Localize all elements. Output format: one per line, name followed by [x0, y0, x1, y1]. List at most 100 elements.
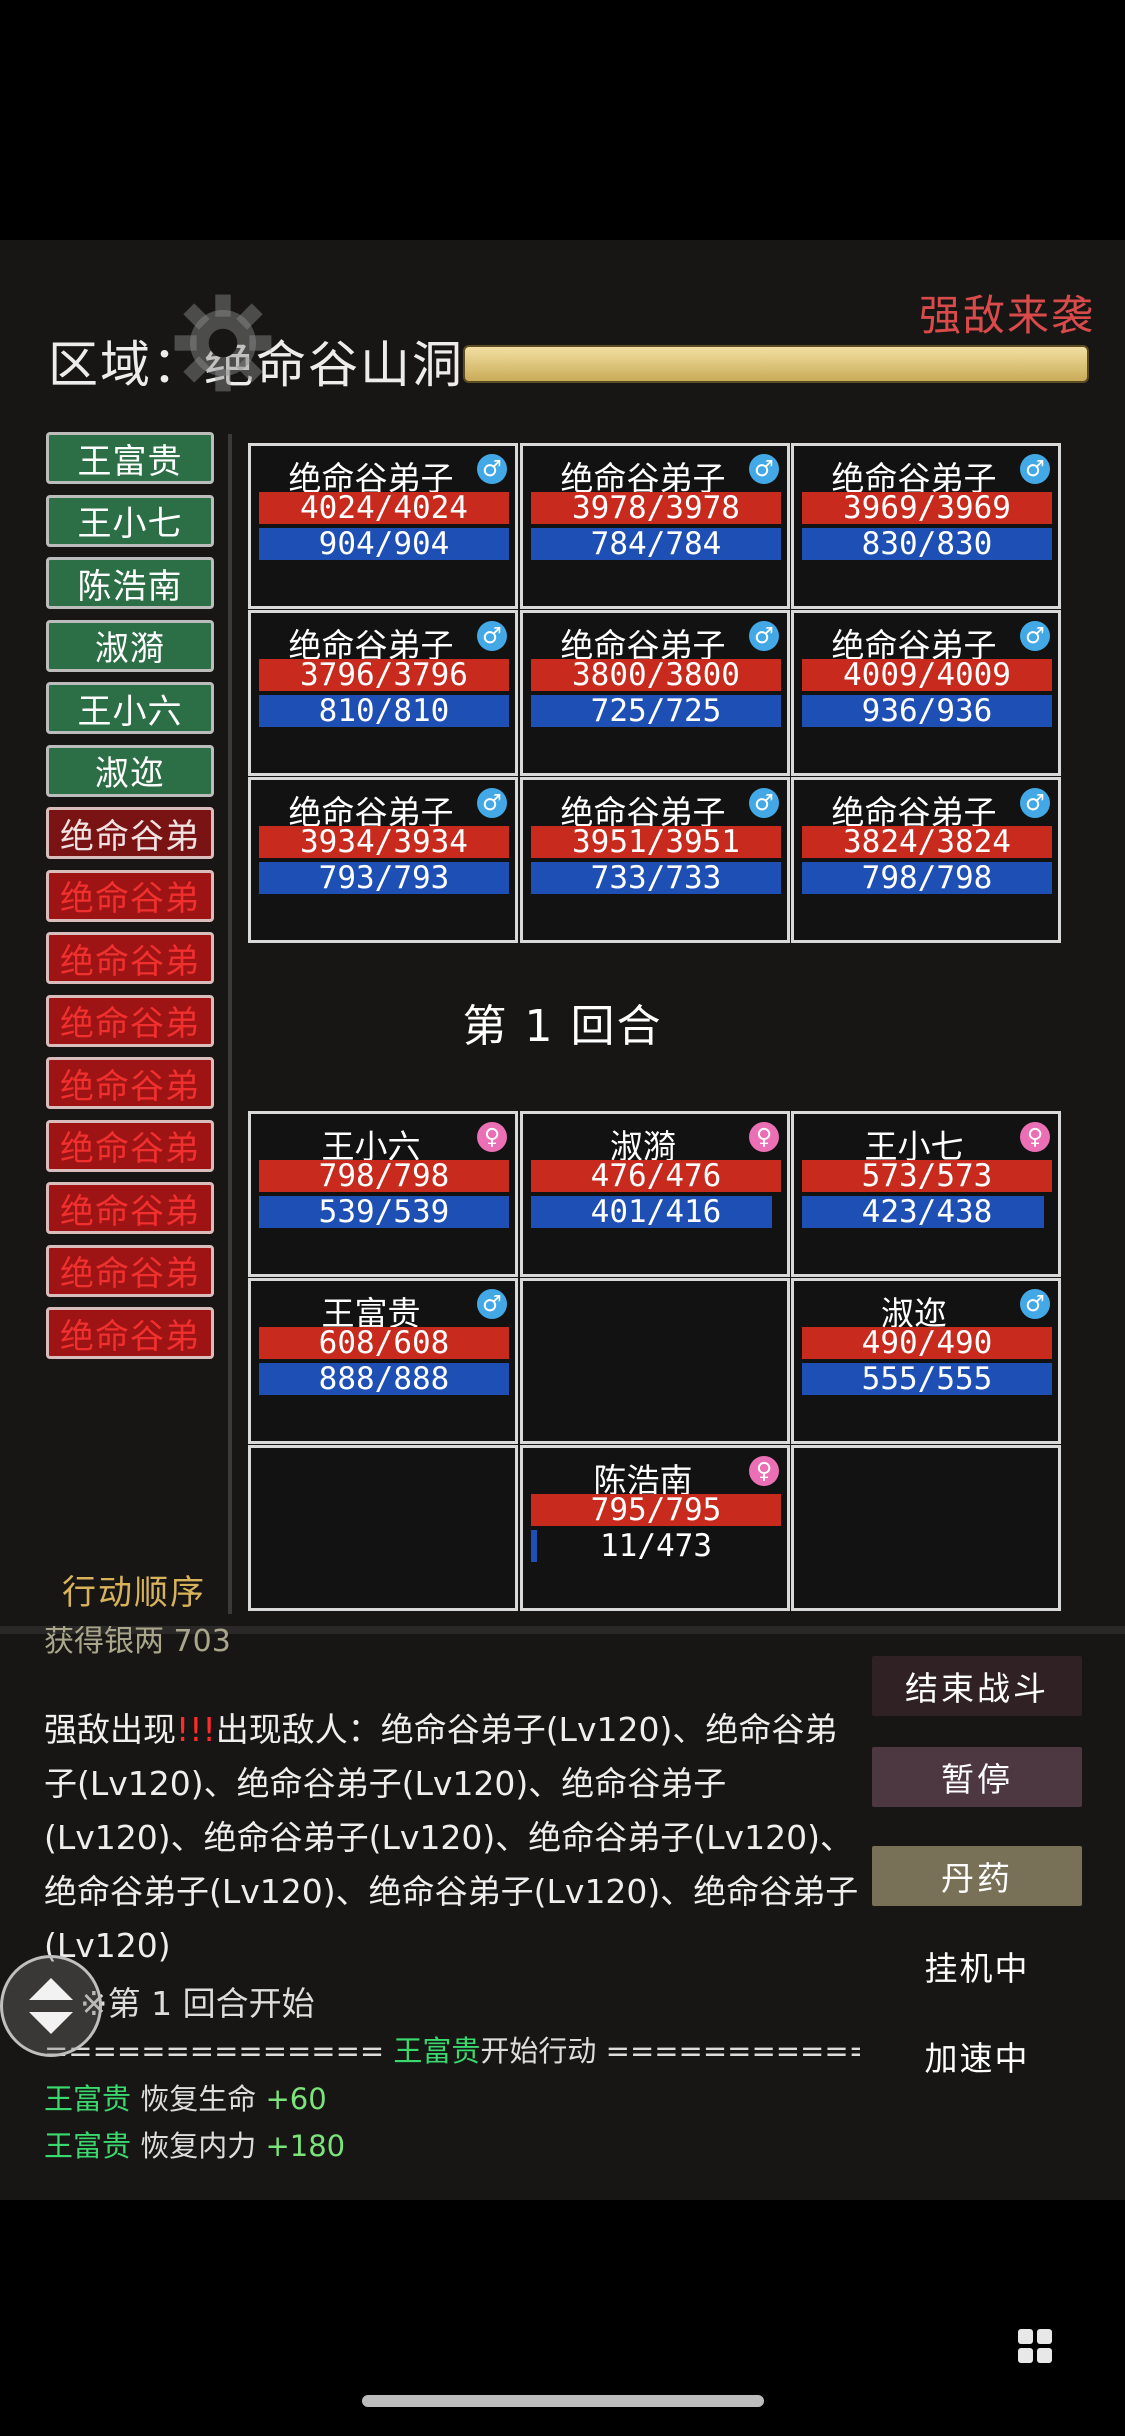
floating-scroll-handle[interactable] — [0, 1955, 102, 2057]
log-sep-left: ============== — [44, 2034, 385, 2068]
log-actor: 王富贵 — [393, 2034, 481, 2068]
enemy-slot[interactable]: 绝命谷弟子 ♂ 3800/3800 725/725 — [520, 610, 790, 776]
hp-bar: 3824/3824 — [802, 826, 1052, 858]
ally-slot[interactable]: 王富贵 ♂ 608/608 888/888 — [248, 1278, 518, 1444]
order-item-ally[interactable]: 淑漪 — [46, 619, 214, 672]
apps-grid-icon[interactable] — [1016, 2327, 1054, 2365]
hp-bar: 3978/3978 — [531, 492, 781, 524]
idle-status-toggle[interactable]: 挂机中 — [872, 1942, 1082, 1990]
male-icon: ♂ — [477, 1289, 507, 1319]
mp-bar: 401/416 — [531, 1196, 781, 1228]
ally-slot[interactable]: 陈浩南 ♀ 795/795 11/473 — [520, 1445, 790, 1611]
order-item-enemy[interactable]: 绝命谷弟 — [46, 1307, 214, 1359]
log-heal-mp: 王富贵 恢复内力 +180 — [44, 2123, 345, 2165]
female-icon: ♀ — [1020, 1122, 1050, 1152]
log-heal-hp: 王富贵 恢复生命 +60 — [44, 2076, 327, 2118]
ally-slot[interactable]: 淑漪 ♀ 476/476 401/416 — [520, 1111, 790, 1277]
hp-bar: 3796/3796 — [259, 659, 509, 691]
empty-slot[interactable] — [520, 1278, 790, 1444]
order-item-enemy[interactable]: 绝命谷弟 — [46, 932, 214, 984]
male-icon: ♂ — [1020, 454, 1050, 484]
pill-button[interactable]: 丹药 — [872, 1846, 1082, 1906]
enemy-slot[interactable]: 绝命谷弟子 ♂ 3824/3824 798/798 — [791, 777, 1061, 943]
mp-bar: 555/555 — [802, 1363, 1052, 1395]
home-indicator[interactable] — [362, 2395, 764, 2407]
enemy-slot[interactable]: 绝命谷弟子 ♂ 4024/4024 904/904 — [248, 443, 518, 609]
mp-value: 11/473 — [600, 1530, 712, 1562]
hp-bar: 490/490 — [802, 1327, 1052, 1359]
hp-bar: 573/573 — [802, 1160, 1052, 1192]
ally-slot[interactable]: 王小七 ♀ 573/573 423/438 — [791, 1111, 1061, 1277]
male-icon: ♂ — [477, 621, 507, 651]
log-action-start: 开始行动 — [480, 2034, 597, 2068]
empty-slot[interactable] — [791, 1445, 1061, 1611]
order-item-enemy[interactable]: 绝命谷弟 — [46, 807, 214, 859]
ally-slot[interactable]: 王小六 ♀ 798/798 539/539 — [248, 1111, 518, 1277]
male-icon: ♂ — [477, 788, 507, 818]
hp-value: 3796/3796 — [300, 659, 468, 691]
enemy-slot[interactable]: 绝命谷弟子 ♂ 3978/3978 784/784 — [520, 443, 790, 609]
log-line-cut: 获得银两 703 — [44, 1626, 231, 1659]
hp-value: 798/798 — [318, 1160, 450, 1192]
enemy-slot[interactable]: 绝命谷弟子 ♂ 3796/3796 810/810 — [248, 610, 518, 776]
order-item-enemy[interactable]: 绝命谷弟 — [46, 869, 214, 922]
log-heal-hp-name: 王富贵 — [44, 2082, 132, 2116]
enemy-slot[interactable]: 绝命谷弟子 ♂ 3969/3969 830/830 — [791, 443, 1061, 609]
mp-bar: 888/888 — [259, 1363, 509, 1395]
mp-value: 798/798 — [861, 862, 993, 894]
order-item-ally[interactable]: 王小七 — [46, 494, 214, 547]
end-battle-button[interactable]: 结束战斗 — [872, 1656, 1082, 1716]
mp-value: 936/936 — [861, 695, 993, 727]
hp-bar: 476/476 — [531, 1160, 781, 1192]
pause-button[interactable]: 暂停 — [872, 1747, 1082, 1807]
female-icon: ♀ — [749, 1122, 779, 1152]
hp-value: 3978/3978 — [572, 492, 740, 524]
mp-value: 733/733 — [590, 862, 722, 894]
log-round-start: ※第 1 回合开始 — [80, 1984, 315, 2023]
order-item-ally[interactable]: 王富贵 — [46, 432, 214, 484]
order-item-enemy[interactable]: 绝命谷弟 — [46, 1244, 214, 1297]
hp-value: 3969/3969 — [843, 492, 1011, 524]
round-indicator: 第 1 回合 — [462, 1001, 663, 1052]
hp-bar: 608/608 — [259, 1327, 509, 1359]
mp-bar: 423/438 — [802, 1196, 1052, 1228]
order-item-enemy[interactable]: 绝命谷弟 — [46, 1057, 214, 1109]
order-item-ally[interactable]: 王小六 — [46, 682, 214, 734]
speed-status-toggle[interactable]: 加速中 — [872, 2032, 1082, 2080]
mp-bar: 936/936 — [802, 695, 1052, 727]
hp-value: 476/476 — [590, 1160, 722, 1192]
empty-slot[interactable] — [248, 1445, 518, 1611]
hp-value: 608/608 — [318, 1327, 450, 1359]
mp-bar: 733/733 — [531, 862, 781, 894]
male-icon: ♂ — [749, 621, 779, 651]
mp-value: 784/784 — [590, 528, 722, 560]
order-item-enemy[interactable]: 绝命谷弟 — [46, 1119, 214, 1172]
hp-bar: 3800/3800 — [531, 659, 781, 691]
enemy-slot[interactable]: 绝命谷弟子 ♂ 3934/3934 793/793 — [248, 777, 518, 943]
hp-bar: 795/795 — [531, 1494, 781, 1526]
male-icon: ♂ — [1020, 788, 1050, 818]
male-icon: ♂ — [749, 454, 779, 484]
order-item-enemy[interactable]: 绝命谷弟 — [46, 1182, 214, 1234]
order-item-ally[interactable]: 陈浩南 — [46, 557, 214, 609]
log-heal-hp-text: 恢复生命 — [140, 2082, 257, 2116]
mp-bar: 810/810 — [259, 695, 509, 727]
order-item-ally[interactable]: 淑迩 — [46, 744, 214, 797]
hp-bar: 3934/3934 — [259, 826, 509, 858]
mp-value: 401/416 — [590, 1196, 722, 1228]
battle-log[interactable]: 获得银两 703 强敌出现!!!出现敌人：绝命谷弟子(Lv120)、绝命谷弟子(… — [0, 1626, 860, 2200]
ally-slot[interactable]: 淑迩 ♂ 490/490 555/555 — [791, 1278, 1061, 1444]
up-down-arrows-icon — [29, 1978, 73, 2034]
hp-bar: 3969/3969 — [802, 492, 1052, 524]
enemy-slot[interactable]: 绝命谷弟子 ♂ 3951/3951 733/733 — [520, 777, 790, 943]
settings-gear-icon[interactable] — [168, 288, 278, 398]
hp-value: 3824/3824 — [843, 826, 1011, 858]
male-icon: ♂ — [1020, 621, 1050, 651]
enemy-slot[interactable]: 绝命谷弟子 ♂ 4009/4009 936/936 — [791, 610, 1061, 776]
mp-value: 810/810 — [318, 695, 450, 727]
mp-value: 830/830 — [861, 528, 993, 560]
zone-progress-bar — [463, 345, 1089, 383]
hp-value: 490/490 — [861, 1327, 993, 1359]
female-icon: ♀ — [749, 1456, 779, 1486]
log-sep-right: ============== — [605, 2034, 860, 2068]
